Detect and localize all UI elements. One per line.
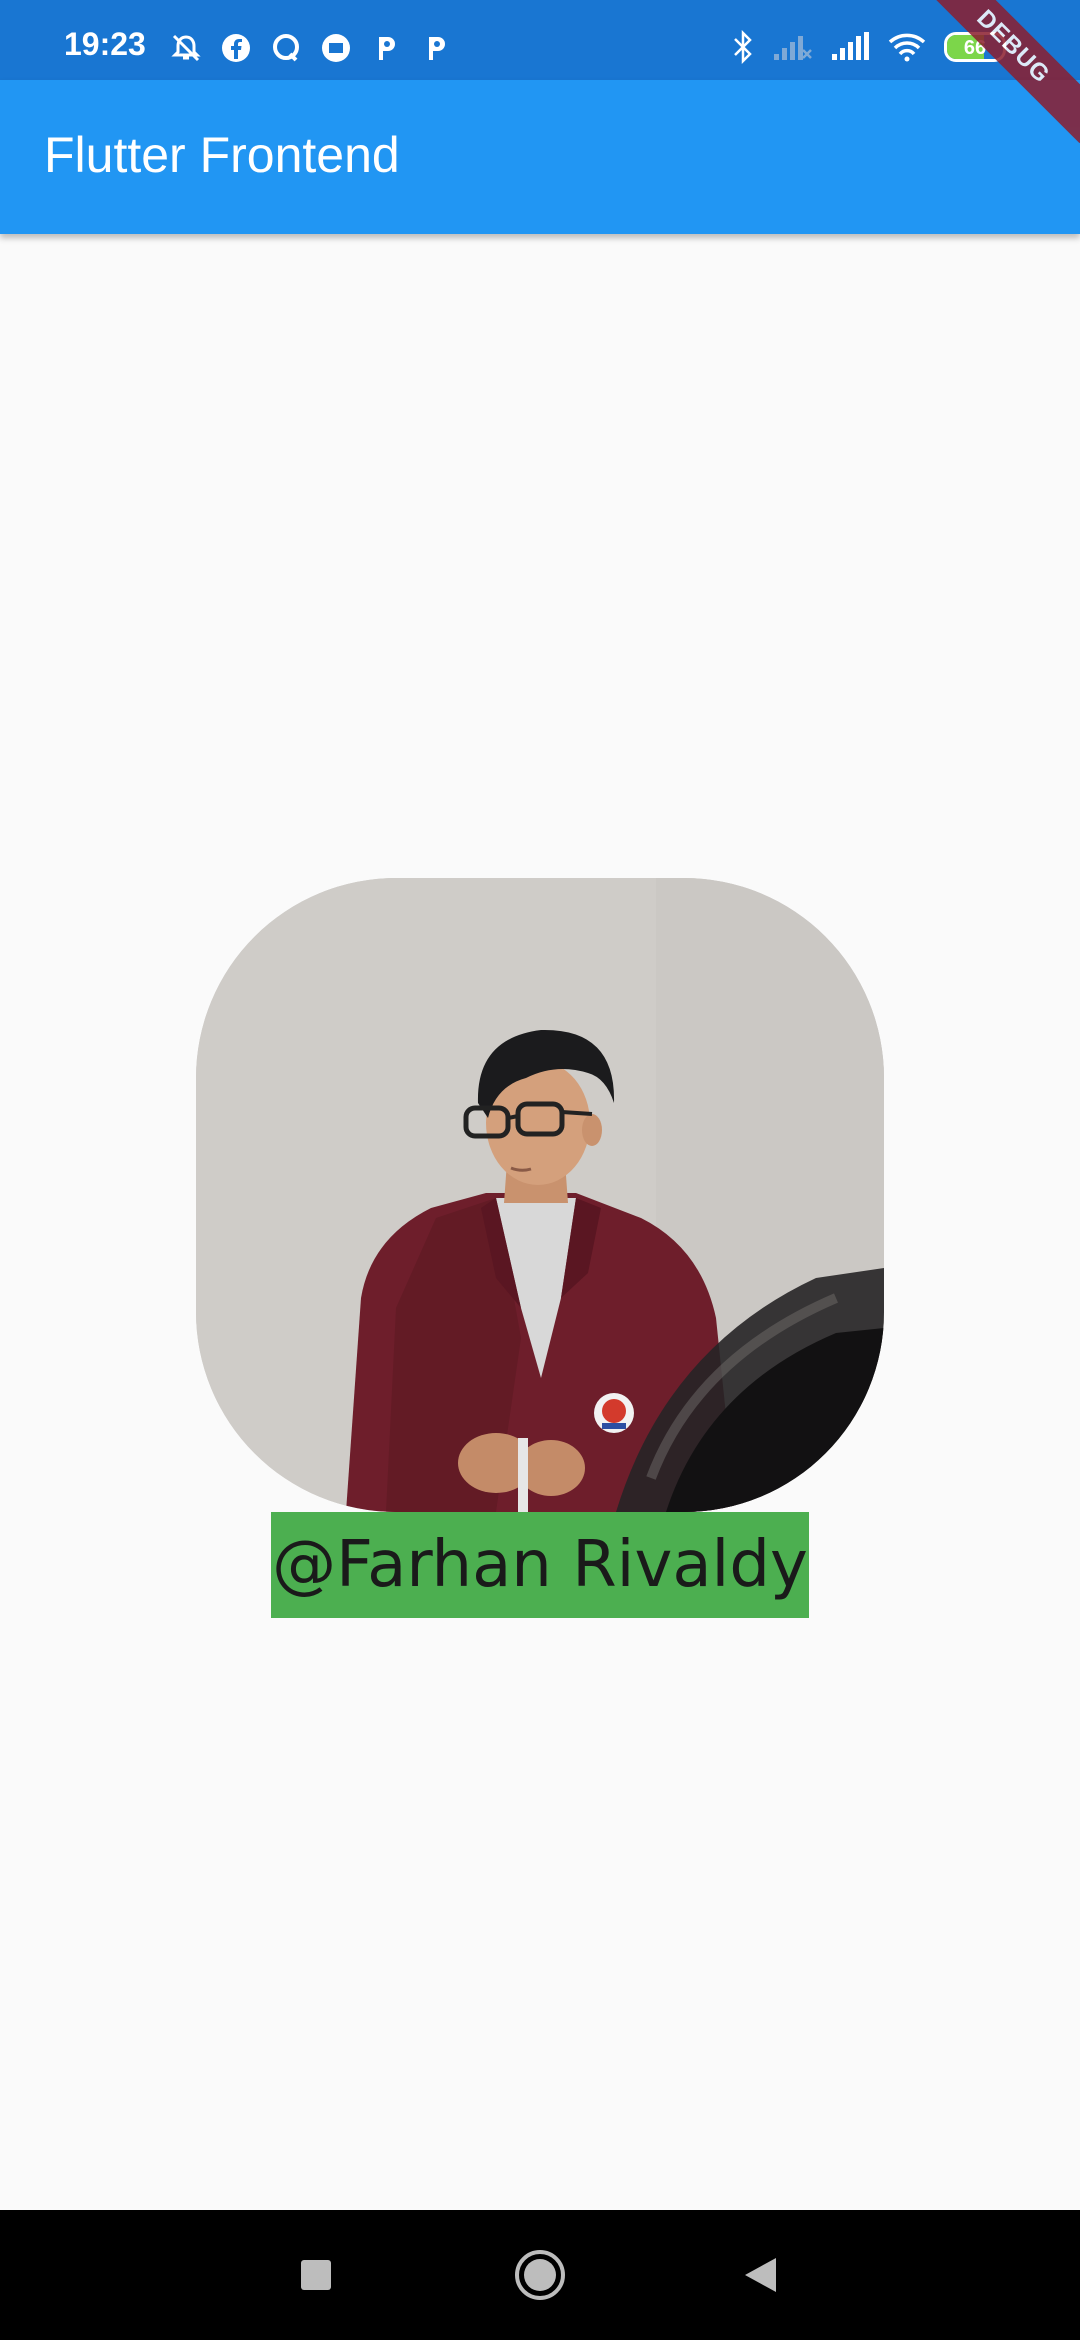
signal-off-icon	[772, 32, 812, 62]
app-bar: Flutter Frontend	[0, 80, 1080, 234]
back-icon	[745, 2258, 776, 2292]
bluetooth-icon	[732, 30, 754, 64]
messenger-icon	[318, 30, 354, 66]
profile-name: @Farhan Rivaldy	[272, 1528, 808, 1602]
recents-button[interactable]	[256, 2210, 376, 2340]
p-app-icon	[368, 30, 404, 66]
p-app-icon	[418, 30, 454, 66]
back-button[interactable]	[700, 2210, 820, 2340]
profile-photo	[196, 878, 884, 1512]
home-button[interactable]	[480, 2210, 600, 2340]
wifi-icon	[888, 32, 926, 62]
system-icons: 66	[732, 30, 1006, 64]
page-title: Flutter Frontend	[44, 127, 400, 183]
q-app-icon	[268, 30, 304, 66]
facebook-icon	[218, 30, 254, 66]
name-label: @Farhan Rivaldy	[271, 1512, 809, 1618]
status-bar: 19:23 66	[0, 0, 1080, 80]
alarm-off-icon	[168, 30, 204, 66]
navigation-bar	[0, 2210, 1080, 2340]
recents-icon	[301, 2260, 331, 2290]
home-icon	[515, 2250, 565, 2300]
status-time: 19:23	[64, 26, 146, 62]
person-photo	[196, 878, 884, 1512]
signal-icon	[830, 32, 870, 62]
notification-icons	[168, 30, 454, 66]
